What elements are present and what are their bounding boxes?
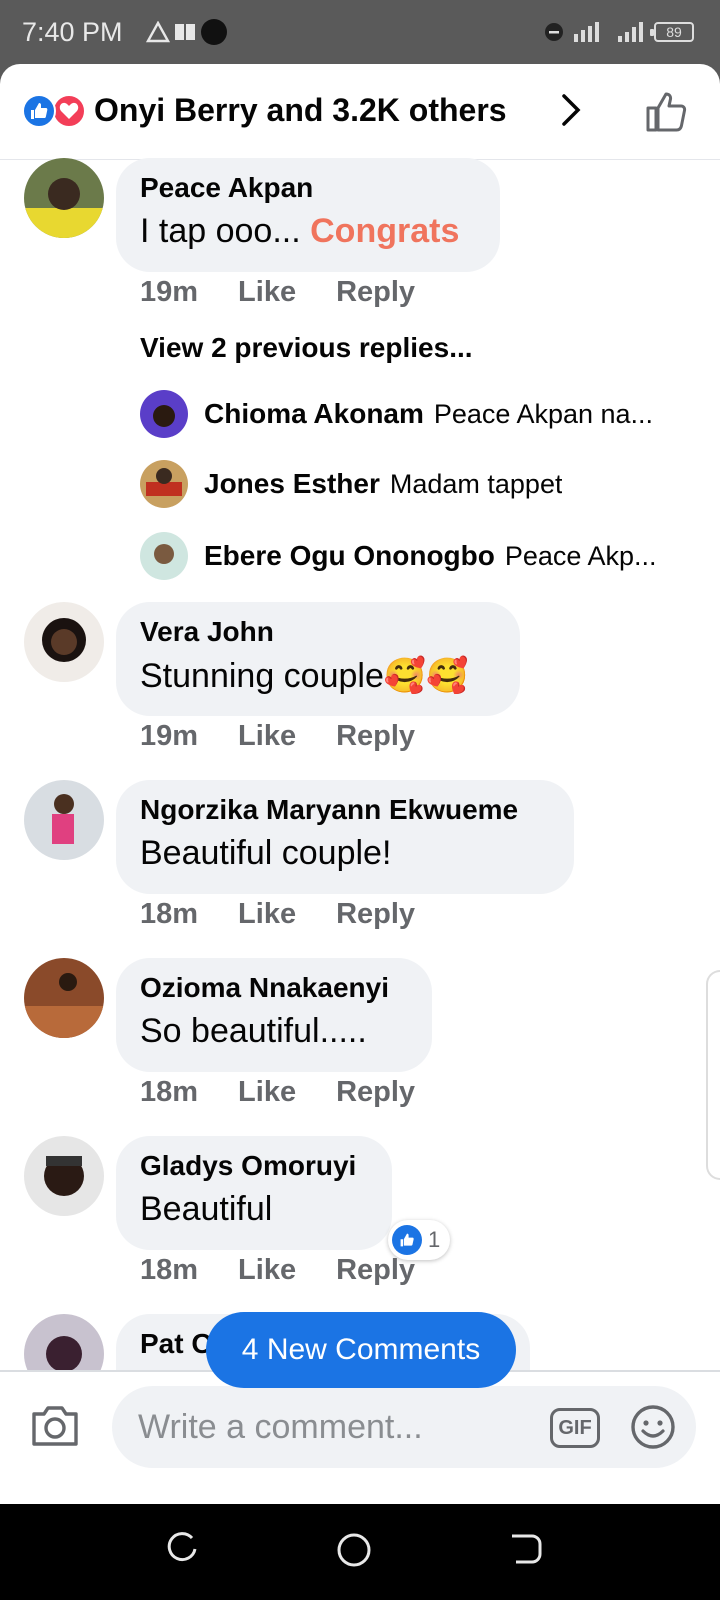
comment-bubble[interactable]: Peace Akpan I tap ooo... Congrats [116,158,500,272]
comment-actions: 18m Like Reply [140,898,415,931]
side-drawer-handle[interactable] [706,970,720,1180]
comment-actions: 19m Like Reply [140,276,415,309]
notification-icons [146,18,228,46]
comment-time: 19m [140,276,199,308]
warning-icon [146,21,170,43]
reactions-summary: Onyi Berry and 3.2K others [94,92,507,128]
reply-author[interactable]: Chioma Akonam [204,398,424,430]
comment-author[interactable]: Gladys Omoruyi [140,1150,368,1182]
reply-text: Peace Akp... [504,540,657,571]
emoji-icon[interactable] [630,1404,676,1450]
love-reaction-icon [52,94,86,128]
avatar[interactable] [24,1136,104,1216]
notification-box-icon [175,24,195,40]
reply-button[interactable]: Reply [336,276,415,309]
back-icon[interactable] [508,1532,542,1566]
reply-author[interactable]: Jones Esther [204,468,380,500]
avatar[interactable] [140,532,188,580]
like-button[interactable]: Like [238,720,296,753]
avatar[interactable] [24,158,104,238]
avatar[interactable] [24,602,104,682]
avatar[interactable] [140,390,188,438]
like-button[interactable]: Like [238,898,296,931]
reply-text: Madam tappet [389,468,563,499]
comment-actions: 19m Like Reply [140,720,415,753]
comment-time: 18m [140,1076,199,1108]
new-comments-button[interactable]: 4 New Comments [206,1312,516,1388]
battery-icon: 89 [650,22,694,42]
reply-item[interactable]: Chioma Akonam Peace Akpan na... [140,390,688,438]
reply-button[interactable]: Reply [336,1076,415,1109]
comment-text: I tap ooo... Congrats [140,212,460,250]
comment-time: 18m [140,898,199,930]
comment-text: Stunning couple🥰🥰 [140,657,469,695]
comments-sheet: Onyi Berry and 3.2K others Peace Akpan I… [0,64,720,1504]
comment-bubble[interactable]: Ozioma Nnakaenyi So beautiful..... [116,958,432,1072]
reactions-header[interactable]: Onyi Berry and 3.2K others [0,64,720,160]
reply-button[interactable]: Reply [336,720,415,753]
recents-icon[interactable] [166,1532,200,1566]
comment-author[interactable]: Ozioma Nnakaenyi [140,972,408,1004]
home-icon[interactable] [336,1532,372,1568]
status-time: 7:40 PM [22,17,123,47]
status-right: 89 [544,20,694,44]
comment-bubble[interactable]: Gladys Omoruyi Beautiful [116,1136,392,1250]
comment-actions: 18m Like Reply [140,1254,415,1287]
comment-placeholder: Write a comment... [138,1408,423,1446]
reply-item[interactable]: Ebere Ogu Ononogbo Peace Akp... [140,532,688,580]
comment-time: 18m [140,1254,199,1286]
comment-time: 19m [140,720,199,752]
avatar[interactable] [24,780,104,860]
view-previous-replies[interactable]: View 2 previous replies... [140,332,473,364]
avatar[interactable] [24,958,104,1038]
like-button[interactable]: Like [238,1076,296,1109]
comment-author[interactable]: Ngorzika Maryann Ekwueme [140,794,550,826]
reaction-count: 1 [428,1227,441,1252]
system-nav-bar [0,1504,720,1600]
reaction-icons [22,94,88,128]
comment-highlight: Congrats [310,212,460,250]
like-button[interactable]: Like [238,276,296,309]
comment-author[interactable]: Vera John [140,616,496,648]
like-reaction-icon [392,1225,422,1255]
reply-button[interactable]: Reply [336,1254,415,1287]
signal-icon [574,22,599,42]
comment-text: So beautiful..... [140,1012,367,1050]
comment-input[interactable]: Write a comment... GIF [112,1386,696,1468]
status-bar: 7:40 PM 89 [0,0,720,64]
comment-text: Beautiful [140,1190,273,1228]
reply-item[interactable]: Jones Esther Madam tappet [140,460,688,508]
like-button[interactable]: Like [238,1254,296,1287]
comment-text: Beautiful couple! [140,834,392,872]
comment-author[interactable]: Peace Akpan [140,172,476,204]
chevron-right-icon[interactable] [560,93,582,127]
circle-app-icon [201,19,227,45]
comment-bubble[interactable]: Vera John Stunning couple🥰🥰 [116,602,520,716]
avatar[interactable] [140,460,188,508]
like-reaction-icon [22,94,56,128]
thumbs-up-icon[interactable] [644,90,688,134]
dnd-icon [545,23,563,41]
gif-button[interactable]: GIF [550,1408,600,1448]
reply-author[interactable]: Ebere Ogu Ononogbo [204,540,495,572]
camera-icon[interactable] [30,1402,80,1448]
comment-actions: 18m Like Reply [140,1076,415,1109]
reply-button[interactable]: Reply [336,898,415,931]
reply-text: Peace Akpan na... [433,398,654,429]
comment-bubble[interactable]: Ngorzika Maryann Ekwueme Beautiful coupl… [116,780,574,894]
signal-icon-2 [618,22,643,42]
